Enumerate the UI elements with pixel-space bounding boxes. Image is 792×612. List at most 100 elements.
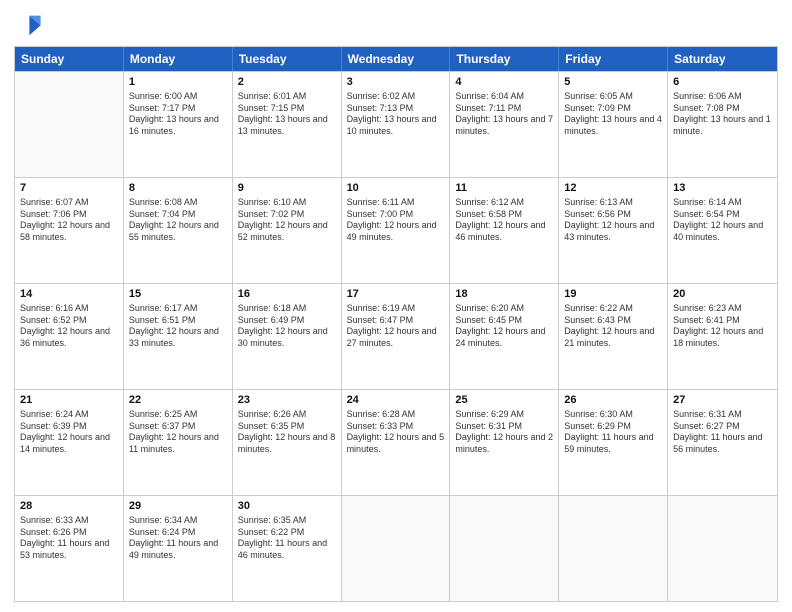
day-detail: Sunrise: 6:35 AM Sunset: 6:22 PMDaylight:… bbox=[238, 515, 336, 562]
sunrise-text: Sunrise: 6:16 AM bbox=[20, 303, 89, 313]
daylight-text: Daylight: 12 hours and 58 minutes. bbox=[20, 220, 110, 242]
day-detail: Sunrise: 6:17 AMSunset: 6:51 PMDaylight:… bbox=[129, 303, 227, 350]
day-detail: Sunrise: 6:23 AMSunset: 6:41 PMDaylight:… bbox=[673, 303, 772, 350]
sunset-text: Sunset: 6:22 PM bbox=[238, 527, 305, 537]
day-cell-24: 24Sunrise: 6:28 AMSunset: 6:33 PMDayligh… bbox=[342, 390, 451, 495]
day-detail: Sunrise: 6:34 AMSunset: 6:24 PMDaylight:… bbox=[129, 515, 227, 562]
day-cell-13: 13Sunrise: 6:14 AMSunset: 6:54 PMDayligh… bbox=[668, 178, 777, 283]
day-cell-8: 8Sunrise: 6:08 AMSunset: 7:04 PMDaylight… bbox=[124, 178, 233, 283]
calendar-row-0: 1Sunrise: 6:00 AMSunset: 7:17 PMDaylight… bbox=[15, 71, 777, 177]
day-cell-6: 6Sunrise: 6:06 AMSunset: 7:08 PMDaylight… bbox=[668, 72, 777, 177]
day-cell-10: 10Sunrise: 6:11 AMSunset: 7:00 PMDayligh… bbox=[342, 178, 451, 283]
day-detail: Sunrise: 6:18 AMSunset: 6:49 PMDaylight:… bbox=[238, 303, 336, 350]
sunset-text: Sunset: 6:27 PM bbox=[673, 421, 740, 431]
day-number: 17 bbox=[347, 287, 445, 302]
daylight-text: Daylight: 12 hours and 8 minutes. bbox=[238, 432, 336, 454]
daylight-text: Daylight: 13 hours and 4 minutes. bbox=[564, 114, 662, 136]
day-number: 9 bbox=[238, 181, 336, 196]
day-number: 26 bbox=[564, 393, 662, 408]
sunrise-text: Sunrise: 6:04 AM bbox=[455, 91, 524, 101]
day-cell-1: 1Sunrise: 6:00 AMSunset: 7:17 PMDaylight… bbox=[124, 72, 233, 177]
sunset-text: Sunset: 6:31 PM bbox=[455, 421, 522, 431]
daylight-text: Daylight: 11 hours and 46 minutes. bbox=[238, 538, 327, 560]
day-cell-18: 18Sunrise: 6:20 AMSunset: 6:45 PMDayligh… bbox=[450, 284, 559, 389]
header bbox=[14, 10, 778, 38]
day-number: 28 bbox=[20, 499, 118, 514]
calendar-body: 1Sunrise: 6:00 AMSunset: 7:17 PMDaylight… bbox=[15, 71, 777, 601]
day-detail: Sunrise: 6:30 AMSunset: 6:29 PMDaylight:… bbox=[564, 409, 662, 456]
day-number: 4 bbox=[455, 75, 553, 90]
sunset-text: Sunset: 6:58 PM bbox=[455, 209, 522, 219]
sunset-text: Sunset: 6:52 PM bbox=[20, 315, 87, 325]
sunrise-text: Sunrise: 6:14 AM bbox=[673, 197, 742, 207]
sunset-text: Sunset: 6:43 PM bbox=[564, 315, 631, 325]
day-cell-5: 5Sunrise: 6:05 AMSunset: 7:09 PMDaylight… bbox=[559, 72, 668, 177]
day-number: 22 bbox=[129, 393, 227, 408]
daylight-text: Daylight: 12 hours and 33 minutes. bbox=[129, 326, 219, 348]
sunset-text: Sunset: 6:35 PM bbox=[238, 421, 305, 431]
logo-icon bbox=[14, 10, 42, 38]
day-number: 6 bbox=[673, 75, 772, 90]
day-number: 15 bbox=[129, 287, 227, 302]
day-number: 16 bbox=[238, 287, 336, 302]
sunset-text: Sunset: 7:02 PM bbox=[238, 209, 305, 219]
sunset-text: Sunset: 7:17 PM bbox=[129, 103, 196, 113]
day-number: 12 bbox=[564, 181, 662, 196]
sunrise-text: Sunrise: 6:19 AM bbox=[347, 303, 416, 313]
sunset-text: Sunset: 6:51 PM bbox=[129, 315, 196, 325]
day-number: 24 bbox=[347, 393, 445, 408]
day-cell-7: 7Sunrise: 6:07 AMSunset: 7:06 PMDaylight… bbox=[15, 178, 124, 283]
sunrise-text: Sunrise: 6:05 AM bbox=[564, 91, 633, 101]
day-cell-21: 21Sunrise: 6:24 AMSunset: 6:39 PMDayligh… bbox=[15, 390, 124, 495]
day-detail: Sunrise: 6:08 AMSunset: 7:04 PMDaylight:… bbox=[129, 197, 227, 244]
day-detail: Sunrise: 6:01 AMSunset: 7:15 PMDaylight:… bbox=[238, 91, 336, 138]
daylight-text: Daylight: 12 hours and 49 minutes. bbox=[347, 220, 437, 242]
daylight-text: Daylight: 12 hours and 43 minutes. bbox=[564, 220, 654, 242]
sunset-text: Sunset: 7:04 PM bbox=[129, 209, 196, 219]
sunset-text: Sunset: 7:13 PM bbox=[347, 103, 414, 113]
day-number: 25 bbox=[455, 393, 553, 408]
day-detail: Sunrise: 6:02 AMSunset: 7:13 PMDaylight:… bbox=[347, 91, 445, 138]
day-detail: Sunrise: 6:13 AMSunset: 6:56 PMDaylight:… bbox=[564, 197, 662, 244]
daylight-text: Daylight: 13 hours and 16 minutes. bbox=[129, 114, 219, 136]
day-detail: Sunrise: 6:24 AMSunset: 6:39 PMDaylight:… bbox=[20, 409, 118, 456]
weekday-header-thursday: Thursday bbox=[450, 47, 559, 71]
day-detail: Sunrise: 6:11 AMSunset: 7:00 PMDaylight:… bbox=[347, 197, 445, 244]
sunrise-text: Sunrise: 6:35 AM bbox=[238, 515, 307, 525]
sunset-text: Sunset: 6:41 PM bbox=[673, 315, 740, 325]
sunrise-text: Sunrise: 6:10 AM bbox=[238, 197, 307, 207]
sunset-text: Sunset: 7:15 PM bbox=[238, 103, 305, 113]
weekday-header-wednesday: Wednesday bbox=[342, 47, 451, 71]
sunset-text: Sunset: 6:49 PM bbox=[238, 315, 305, 325]
calendar-row-1: 7Sunrise: 6:07 AMSunset: 7:06 PMDaylight… bbox=[15, 177, 777, 283]
day-number: 13 bbox=[673, 181, 772, 196]
day-cell-9: 9Sunrise: 6:10 AM Sunset: 7:02 PMDaylight… bbox=[233, 178, 342, 283]
day-number: 27 bbox=[673, 393, 772, 408]
empty-cell bbox=[15, 72, 124, 177]
day-detail: Sunrise: 6:04 AMSunset: 7:11 PMDaylight:… bbox=[455, 91, 553, 138]
daylight-text: Daylight: 12 hours and 27 minutes. bbox=[347, 326, 437, 348]
day-cell-28: 28Sunrise: 6:33 AMSunset: 6:26 PMDayligh… bbox=[15, 496, 124, 601]
day-number: 18 bbox=[455, 287, 553, 302]
daylight-text: Daylight: 12 hours and 30 minutes. bbox=[238, 326, 328, 348]
day-number: 21 bbox=[20, 393, 118, 408]
day-detail: Sunrise: 6:14 AMSunset: 6:54 PMDaylight:… bbox=[673, 197, 772, 244]
sunrise-text: Sunrise: 6:31 AM bbox=[673, 409, 742, 419]
sunrise-text: Sunrise: 6:25 AM bbox=[129, 409, 198, 419]
daylight-text: Daylight: 12 hours and 21 minutes. bbox=[564, 326, 654, 348]
day-number: 10 bbox=[347, 181, 445, 196]
daylight-text: Daylight: 12 hours and 52 minutes. bbox=[238, 220, 328, 242]
sunrise-text: Sunrise: 6:06 AM bbox=[673, 91, 742, 101]
day-cell-26: 26Sunrise: 6:30 AMSunset: 6:29 PMDayligh… bbox=[559, 390, 668, 495]
day-cell-2: 2Sunrise: 6:01 AMSunset: 7:15 PMDaylight… bbox=[233, 72, 342, 177]
sunset-text: Sunset: 6:37 PM bbox=[129, 421, 196, 431]
sunset-text: Sunset: 7:08 PM bbox=[673, 103, 740, 113]
sunset-text: Sunset: 6:56 PM bbox=[564, 209, 631, 219]
day-cell-3: 3Sunrise: 6:02 AMSunset: 7:13 PMDaylight… bbox=[342, 72, 451, 177]
daylight-text: Daylight: 11 hours and 53 minutes. bbox=[20, 538, 109, 560]
day-cell-19: 19Sunrise: 6:22 AMSunset: 6:43 PMDayligh… bbox=[559, 284, 668, 389]
day-cell-15: 15Sunrise: 6:17 AMSunset: 6:51 PMDayligh… bbox=[124, 284, 233, 389]
sunrise-text: Sunrise: 6:28 AM bbox=[347, 409, 416, 419]
day-detail: Sunrise: 6:05 AMSunset: 7:09 PMDaylight:… bbox=[564, 91, 662, 138]
page: SundayMondayTuesdayWednesdayThursdayFrid… bbox=[0, 0, 792, 612]
